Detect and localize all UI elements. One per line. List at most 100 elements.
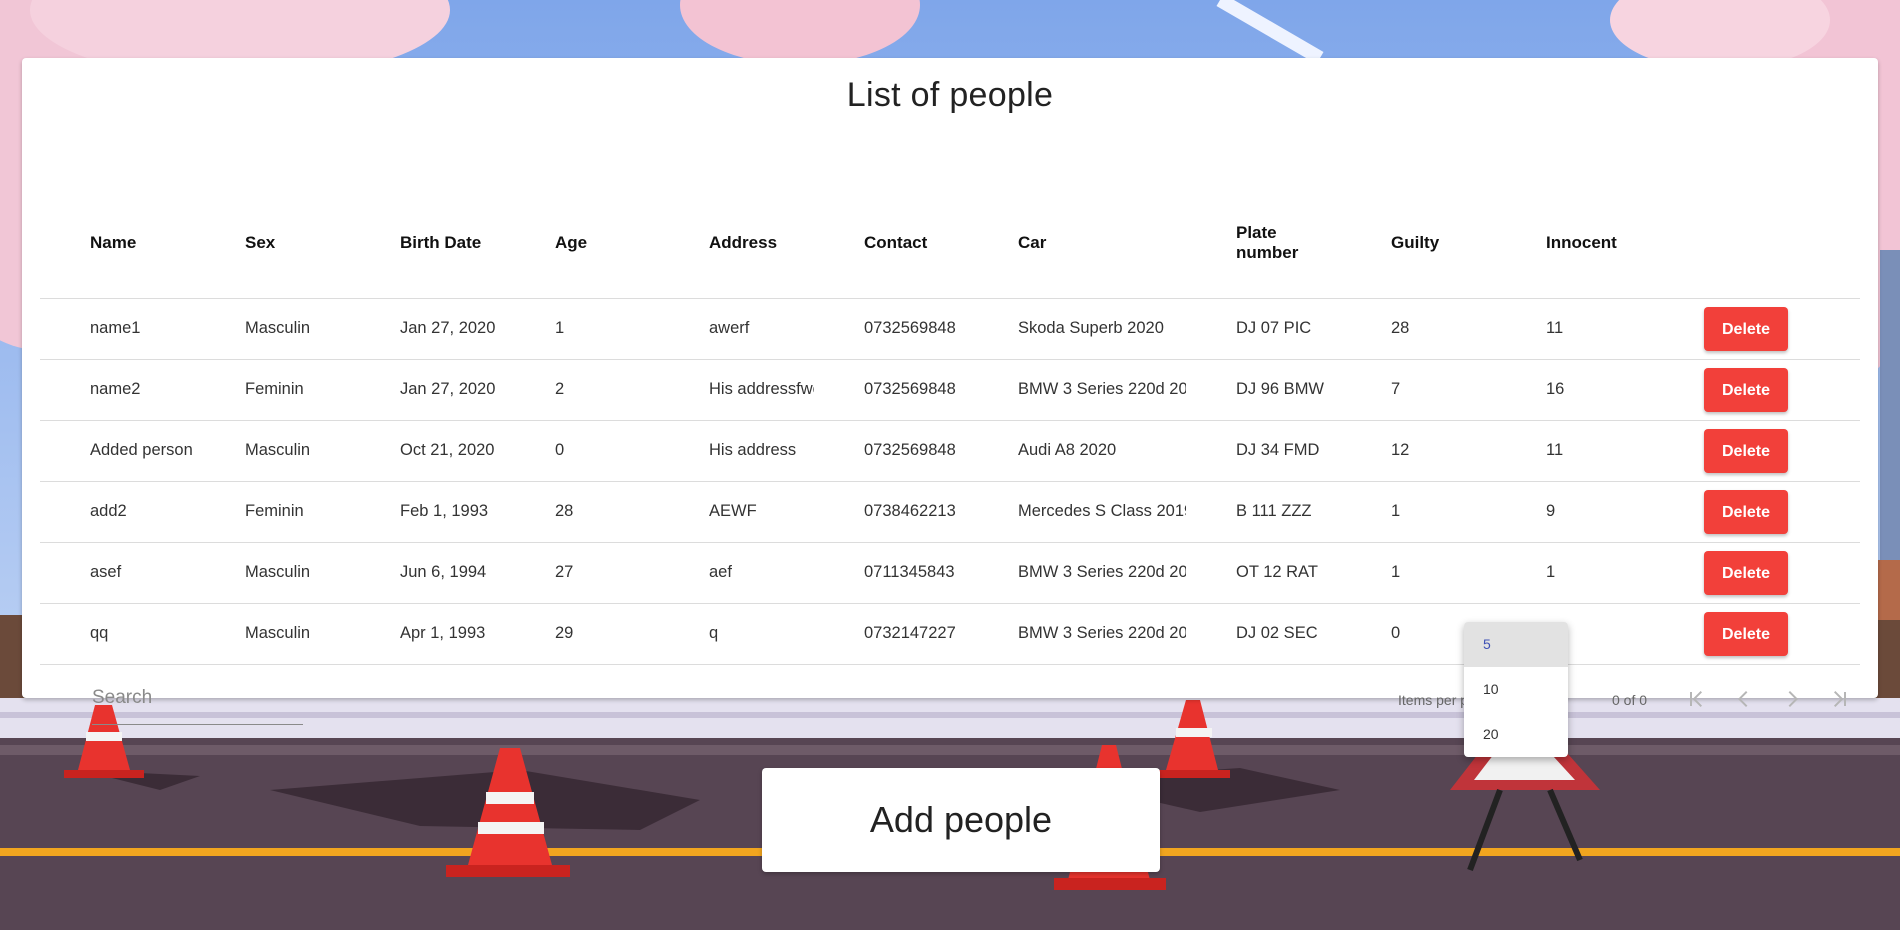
last-page-icon [1834, 691, 1846, 707]
table-row: asef Masculin Jun 6, 1994 27 aef 0711345… [40, 542, 1860, 604]
cell-sex: Masculin [195, 542, 350, 604]
cell-age: 27 [505, 542, 659, 604]
delete-button[interactable]: Delete [1704, 367, 1788, 412]
cell-birth-date: Feb 1, 1993 [350, 481, 505, 543]
cell-car: BMW 3 Series 220d 2015 [968, 542, 1186, 604]
cell-sex: Feminin [195, 481, 350, 543]
cell-car: BMW 3 Series 220d 2015 [968, 603, 1186, 665]
header-name[interactable]: Name [40, 188, 195, 299]
cell-guilty: 7 [1341, 359, 1496, 421]
delete-button[interactable]: Delete [1704, 306, 1788, 351]
header-car[interactable]: Car [968, 188, 1186, 299]
cell-guilty: 1 [1341, 481, 1496, 543]
cell-plate: DJ 96 BMW [1186, 359, 1341, 421]
first-page-icon [1690, 691, 1702, 707]
people-table: Name Sex Birth Date Age Address Contact … [40, 188, 1860, 665]
cell-name: qq [40, 603, 195, 665]
header-birth-date[interactable]: Birth Date [350, 188, 505, 299]
page-range-label: 0 of 0 [1612, 692, 1648, 708]
cell-address: q [659, 603, 814, 665]
cell-actions: Delete [1656, 298, 1860, 360]
cell-address: awerf [659, 298, 814, 360]
cell-car: Mercedes S Class 2019 [968, 481, 1186, 543]
cell-age: 0 [505, 420, 659, 482]
header-plate-number[interactable]: Plate number [1186, 188, 1341, 299]
cell-age: 1 [505, 298, 659, 360]
cell-contact: 0732569848 [814, 420, 968, 482]
header-address[interactable]: Address [659, 188, 814, 299]
header-sex[interactable]: Sex [195, 188, 350, 299]
cell-sex: Masculin [195, 603, 350, 665]
cell-birth-date: Jun 6, 1994 [350, 542, 505, 604]
items-per-page-option[interactable]: 20 [1464, 712, 1568, 757]
cell-birth-date: Jan 27, 2020 [350, 298, 505, 360]
add-people-button[interactable]: Add people [762, 768, 1160, 872]
cell-birth-date: Oct 21, 2020 [350, 420, 505, 482]
next-page-button[interactable] [1775, 682, 1809, 716]
cell-guilty: 28 [1341, 298, 1496, 360]
cell-guilty: 12 [1341, 420, 1496, 482]
cell-actions: Delete [1656, 481, 1860, 543]
header-guilty[interactable]: Guilty [1341, 188, 1496, 299]
first-page-button[interactable] [1679, 682, 1713, 716]
delete-button[interactable]: Delete [1704, 428, 1788, 473]
cell-birth-date: Jan 27, 2020 [350, 359, 505, 421]
header-age[interactable]: Age [505, 188, 659, 299]
cell-birth-date: Apr 1, 1993 [350, 603, 505, 665]
header-innocent[interactable]: Innocent [1496, 188, 1656, 299]
cell-age: 2 [505, 359, 659, 421]
cell-age: 29 [505, 603, 659, 665]
cell-name: asef [40, 542, 195, 604]
cell-name: add2 [40, 481, 195, 543]
cell-actions: Delete [1656, 603, 1860, 665]
cell-actions: Delete [1656, 359, 1860, 421]
cell-plate: DJ 02 SEC [1186, 603, 1341, 665]
cell-name: Added person [40, 420, 195, 482]
cell-contact: 0711345843 [814, 542, 968, 604]
cell-plate: DJ 34 FMD [1186, 420, 1341, 482]
cell-guilty: 1 [1341, 542, 1496, 604]
header-contact[interactable]: Contact [814, 188, 968, 299]
cell-address: His addressfwesfae [659, 359, 814, 421]
cell-car: BMW 3 Series 220d 2015 [968, 359, 1186, 421]
search-field [92, 678, 303, 725]
cell-address: AEWF [659, 481, 814, 543]
table-row: qq Masculin Apr 1, 1993 29 q 0732147227 … [40, 603, 1860, 665]
cell-innocent: 11 [1496, 298, 1656, 360]
previous-page-button[interactable] [1727, 682, 1761, 716]
cell-age: 28 [505, 481, 659, 543]
cell-innocent: 11 [1496, 420, 1656, 482]
cell-plate: OT 12 RAT [1186, 542, 1341, 604]
cell-contact: 0732569848 [814, 359, 968, 421]
cell-innocent: 1 [1496, 542, 1656, 604]
delete-button[interactable]: Delete [1704, 550, 1788, 595]
table-row: name2 Feminin Jan 27, 2020 2 His address… [40, 359, 1860, 421]
cell-address: aef [659, 542, 814, 604]
cell-sex: Masculin [195, 420, 350, 482]
cell-name: name2 [40, 359, 195, 421]
cell-car: Audi A8 2020 [968, 420, 1186, 482]
items-per-page-option[interactable]: 5 [1464, 622, 1568, 667]
cell-name: name1 [40, 298, 195, 360]
table-header-row: Name Sex Birth Date Age Address Contact … [40, 188, 1860, 299]
table-row: Added person Masculin Oct 21, 2020 0 His… [40, 420, 1860, 482]
page-title: List of people [846, 76, 1054, 114]
table-row: name1 Masculin Jan 27, 2020 1 awerf 0732… [40, 298, 1860, 360]
table-row: add2 Feminin Feb 1, 1993 28 AEWF 0738462… [40, 481, 1860, 543]
cell-sex: Masculin [195, 298, 350, 360]
search-input[interactable] [92, 678, 303, 718]
items-per-page-option[interactable]: 10 [1464, 667, 1568, 712]
items-per-page-dropdown: 5 10 20 [1464, 622, 1568, 757]
cell-contact: 0732147227 [814, 603, 968, 665]
cell-contact: 0732569848 [814, 298, 968, 360]
delete-button[interactable]: Delete [1704, 489, 1788, 534]
cell-innocent: 16 [1496, 359, 1656, 421]
cell-address: His address [659, 420, 814, 482]
cell-actions: Delete [1656, 420, 1860, 482]
cell-contact: 0738462213 [814, 481, 968, 543]
last-page-button[interactable] [1823, 682, 1857, 716]
cell-plate: DJ 07 PIC [1186, 298, 1341, 360]
header-actions [1656, 188, 1860, 299]
delete-button[interactable]: Delete [1704, 611, 1788, 656]
cell-sex: Feminin [195, 359, 350, 421]
